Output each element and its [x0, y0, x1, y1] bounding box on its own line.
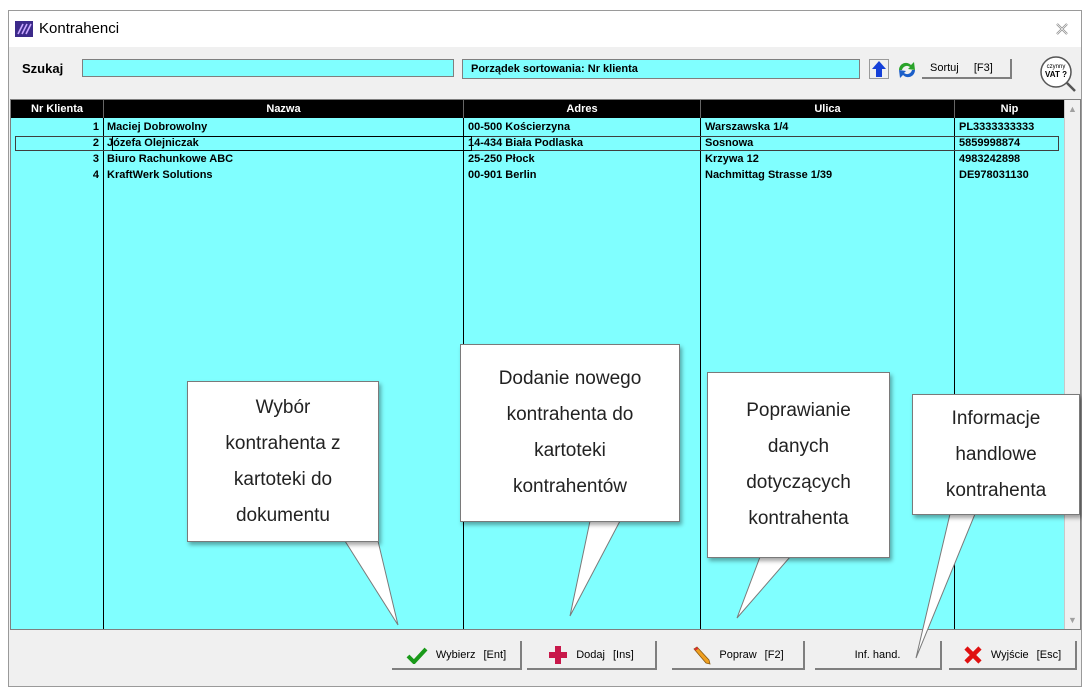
- vat-line2: VAT ?: [1045, 70, 1067, 79]
- cell-adres: 25-250 Płock: [468, 153, 535, 165]
- exit-button-shortcut: [Esc]: [1036, 648, 1062, 661]
- callout-line: dotyczących: [746, 472, 851, 493]
- edit-button[interactable]: Popraw [F2]: [672, 641, 805, 670]
- sort-button-shortcut: [F3]: [973, 62, 993, 74]
- cell-nr: 4: [92, 169, 99, 181]
- search-label: Szukaj: [22, 61, 64, 76]
- refresh-icon[interactable]: [896, 61, 918, 79]
- x-icon: [964, 645, 982, 664]
- callout-line: Poprawianie: [746, 400, 851, 421]
- select-button-label: Wybierz: [435, 648, 476, 661]
- edit-button-label: Popraw: [719, 648, 757, 661]
- checkmark-icon: [406, 647, 428, 664]
- column-header-nip[interactable]: Nip: [955, 100, 1065, 118]
- search-input[interactable]: [82, 59, 454, 77]
- cell-ulica: Nachmittag Strasse 1/39: [705, 169, 833, 181]
- column-divider: [700, 118, 701, 629]
- cell-nip: 5859998874: [959, 137, 1021, 149]
- table-header: Nr Klienta Nazwa Adres Ulica Nip: [11, 100, 1065, 118]
- cell-nazwa: Józefa Olejniczak: [107, 137, 199, 149]
- window-title: Kontrahenci: [39, 20, 120, 37]
- callout-line: Wybór: [255, 396, 311, 418]
- search-toolbar: Szukaj Porządek sortowania: Nr klienta S…: [12, 55, 1080, 93]
- callout-line: kontrahenta: [945, 479, 1047, 501]
- table-row[interactable]: 1 Maciej Dobrowolny 00-500 Kościerzyna W…: [11, 120, 1065, 135]
- app-logo-icon: [15, 21, 33, 37]
- callout-line: Dodanie nowego: [498, 368, 642, 389]
- callout-line: kartoteki do: [233, 468, 333, 490]
- callout-line: dokumentu: [235, 504, 330, 526]
- cell-nr: 2: [92, 137, 99, 149]
- select-button-shortcut: [Ent]: [483, 648, 507, 661]
- callout-trade-info: Informacje handlowe kontrahenta: [912, 394, 1080, 515]
- cell-nazwa: Maciej Dobrowolny: [107, 121, 208, 133]
- table-row-selected[interactable]: 2 Józefa Olejniczak 14-434 Biała Podlask…: [11, 136, 1065, 151]
- callout-line: Informacje: [951, 407, 1041, 429]
- trade-info-button-label: Inf. hand.: [854, 648, 901, 661]
- callout-add-contractor: Dodanie nowego kontrahenta do kartoteki …: [460, 344, 680, 522]
- callout-line: danych: [767, 436, 830, 457]
- sort-button[interactable]: Sortuj [F3]: [922, 59, 1012, 79]
- cell-nazwa: Biuro Rachunkowe ABC: [107, 153, 234, 165]
- vertical-scrollbar[interactable]: ▲ ▼: [1064, 100, 1080, 629]
- exit-button-label: Wyjście: [990, 648, 1029, 661]
- cell-adres: 00-500 Kościerzyna: [468, 121, 571, 133]
- column-header-nazwa[interactable]: Nazwa: [104, 100, 464, 118]
- trade-info-button[interactable]: Inf. hand.: [815, 641, 942, 670]
- add-button[interactable]: Dodaj [Ins]: [527, 641, 657, 670]
- add-button-label: Dodaj: [576, 648, 605, 661]
- cell-nr: 1: [92, 121, 99, 133]
- table-row[interactable]: 3 Biuro Rachunkowe ABC 25-250 Płock Krzy…: [11, 152, 1065, 167]
- add-button-shortcut: [Ins]: [612, 648, 634, 661]
- cell-nr: 3: [92, 153, 99, 165]
- callout-line: kartoteki: [534, 440, 606, 461]
- callout-line: kontrahenta: [748, 508, 849, 529]
- select-button[interactable]: Wybierz [Ent]: [392, 641, 522, 670]
- vat-check-icon[interactable]: czynny VAT ?: [1039, 55, 1077, 93]
- column-header-adres[interactable]: Adres: [464, 100, 701, 118]
- sort-up-arrow-icon[interactable]: [869, 59, 889, 79]
- action-bar: Wybierz [Ent] Dodaj [Ins] Popraw [F2] In…: [9, 632, 1081, 686]
- cell-nip: DE978031130: [959, 169, 1029, 181]
- sort-button-label: Sortuj: [930, 62, 959, 74]
- cell-nip: 4983242898: [959, 153, 1021, 165]
- column-divider: [103, 118, 104, 629]
- cell-ulica: Sosnowa: [705, 137, 754, 149]
- sort-order-field[interactable]: Porządek sortowania: Nr klienta: [462, 59, 860, 79]
- callout-line: kontrahenta z: [225, 432, 341, 454]
- callout-select-contractor: Wybór kontrahenta z kartoteki do dokumen…: [187, 381, 379, 542]
- cell-nip: PL3333333333: [959, 121, 1035, 133]
- cell-ulica: Krzywa 12: [705, 153, 759, 165]
- callout-edit-contractor: Poprawianie danych dotyczących kontrahen…: [707, 372, 890, 558]
- callout-line: kontrahentów: [512, 476, 628, 497]
- exit-button[interactable]: Wyjście [Esc]: [949, 641, 1077, 670]
- close-icon[interactable]: [1051, 19, 1073, 39]
- column-header-ulica[interactable]: Ulica: [701, 100, 955, 118]
- edit-button-shortcut: [F2]: [764, 648, 784, 661]
- title-bar: Kontrahenci: [9, 11, 1081, 47]
- plus-icon: [549, 645, 568, 664]
- scroll-up-icon[interactable]: ▲: [1068, 104, 1077, 114]
- column-divider: [954, 118, 955, 629]
- pencil-icon: [693, 645, 711, 665]
- cell-adres: 14-434 Biała Podlaska: [468, 137, 583, 149]
- callout-line: handlowe: [955, 443, 1037, 465]
- cell-ulica: Warszawska 1/4: [705, 121, 789, 133]
- cell-nazwa: KraftWerk Solutions: [107, 169, 213, 181]
- table-row[interactable]: 4 KraftWerk Solutions 00-901 Berlin Nach…: [11, 168, 1065, 183]
- scroll-down-icon[interactable]: ▼: [1068, 615, 1077, 625]
- column-header-nr[interactable]: Nr Klienta: [11, 100, 104, 118]
- cell-adres: 00-901 Berlin: [468, 169, 537, 181]
- callout-line: kontrahenta do: [506, 404, 634, 425]
